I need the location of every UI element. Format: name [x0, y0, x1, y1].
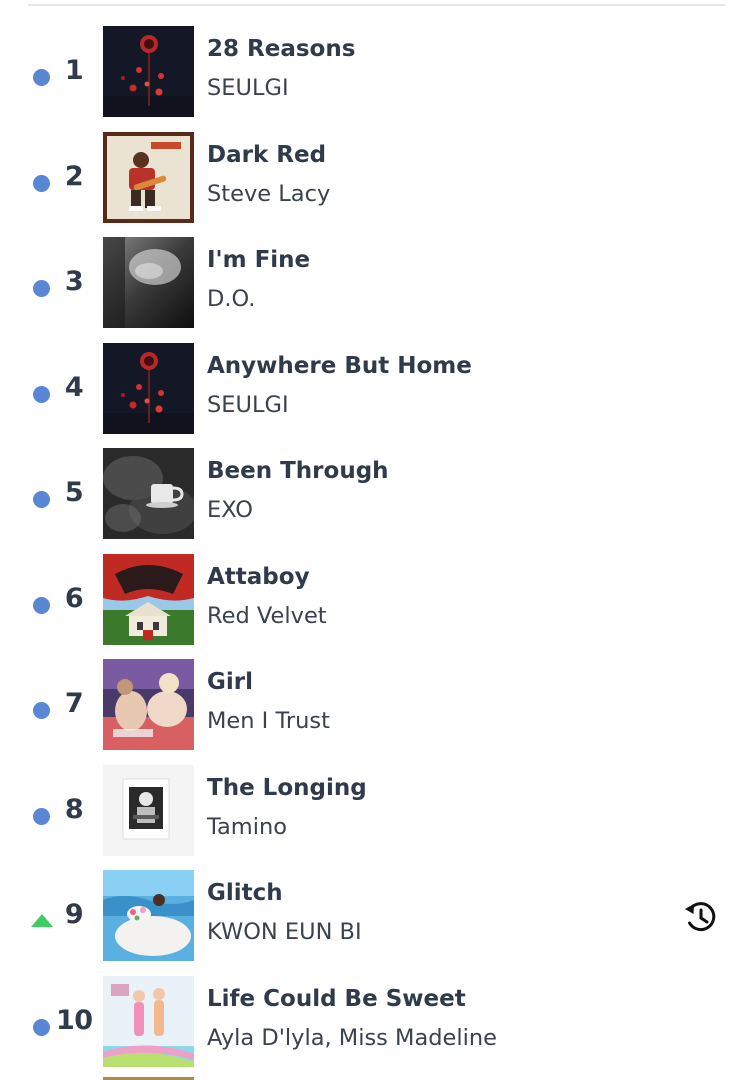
rank-number: 3 — [64, 266, 84, 297]
chart-row[interactable]: 1 28 Reasons SEULGI — [0, 26, 730, 132]
chart-row[interactable]: 8 The Longing Tamino — [0, 764, 730, 871]
rank-number: 7 — [64, 688, 84, 719]
song-title: Dark Red — [207, 141, 327, 168]
song-title: Girl — [207, 669, 253, 695]
history-icon[interactable] — [682, 898, 720, 936]
chart-row[interactable]: 5 Been Through EXO — [0, 448, 730, 554]
trend-same-icon — [31, 806, 51, 826]
chart-list: 1 28 Reasons SEULGI 2 Dark Red Steve Lac… — [0, 26, 730, 1080]
song-title: Anywhere But Home — [207, 352, 472, 379]
album-art[interactable] — [103, 131, 194, 223]
chart-row[interactable]: 3 I'm Fine D.O. — [0, 237, 730, 343]
song-title: Been Through — [207, 458, 389, 484]
artist-name: Ayla D'lyla, Miss Madeline — [207, 1024, 497, 1051]
chart-row[interactable]: 7 Girl Men I Trust — [0, 659, 730, 765]
song-title: Attaboy — [207, 563, 310, 590]
song-title: Glitch — [207, 880, 283, 906]
album-art[interactable] — [103, 764, 194, 856]
artist-name: KWON EUN BI — [207, 919, 362, 945]
trend-same-icon — [31, 278, 51, 298]
trend-same-icon — [31, 595, 51, 615]
chart-row[interactable]: 10 Life Could Be Sweet Ayla D'lyla, Miss… — [0, 975, 730, 1080]
trend-same-icon — [31, 700, 51, 720]
trend-same-icon — [31, 489, 51, 509]
rank-number: 10 — [56, 1004, 93, 1036]
trend-same-icon — [31, 67, 51, 87]
song-title: I'm Fine — [207, 247, 311, 273]
album-art[interactable] — [103, 448, 194, 539]
chart-row[interactable]: 9 Glitch KWON EUN BI — [0, 870, 730, 976]
rank-number: 9 — [64, 899, 84, 930]
chart-page: 1 28 Reasons SEULGI 2 Dark Red Steve Lac… — [0, 0, 730, 1080]
artist-name: EXO — [207, 497, 253, 523]
rank-number: 2 — [64, 160, 84, 192]
artist-name: D.O. — [207, 286, 256, 312]
trend-same-icon — [31, 384, 51, 404]
chart-row[interactable]: 6 Attaboy Red Velvet — [0, 553, 730, 660]
rank-number: 1 — [64, 55, 84, 86]
song-title: Life Could Be Sweet — [207, 985, 466, 1012]
chart-row[interactable]: 2 Dark Red Steve Lacy — [0, 131, 730, 238]
album-art[interactable] — [103, 659, 194, 750]
album-art[interactable] — [103, 237, 194, 328]
trend-same-icon — [31, 1017, 51, 1037]
album-art[interactable] — [103, 975, 194, 1067]
album-art[interactable] — [103, 870, 194, 961]
album-art[interactable] — [103, 342, 194, 434]
rank-number: 5 — [64, 477, 84, 508]
artist-name: Red Velvet — [207, 602, 327, 629]
trend-up-icon — [31, 911, 53, 931]
artist-name: Steve Lacy — [207, 180, 331, 207]
trend-same-icon — [31, 173, 51, 193]
rank-number: 4 — [64, 371, 84, 403]
artist-name: SEULGI — [207, 391, 289, 418]
song-title: The Longing — [207, 774, 367, 801]
chart-row[interactable]: 4 Anywhere But Home SEULGI — [0, 342, 730, 449]
album-art[interactable] — [103, 26, 194, 117]
artist-name: Tamino — [207, 813, 288, 840]
rank-number: 6 — [64, 582, 84, 614]
song-title: 28 Reasons — [207, 36, 356, 62]
rank-number: 8 — [64, 793, 84, 825]
artist-name: SEULGI — [207, 75, 289, 101]
artist-name: Men I Trust — [207, 708, 330, 734]
album-art[interactable] — [103, 553, 194, 645]
top-divider — [28, 4, 725, 6]
